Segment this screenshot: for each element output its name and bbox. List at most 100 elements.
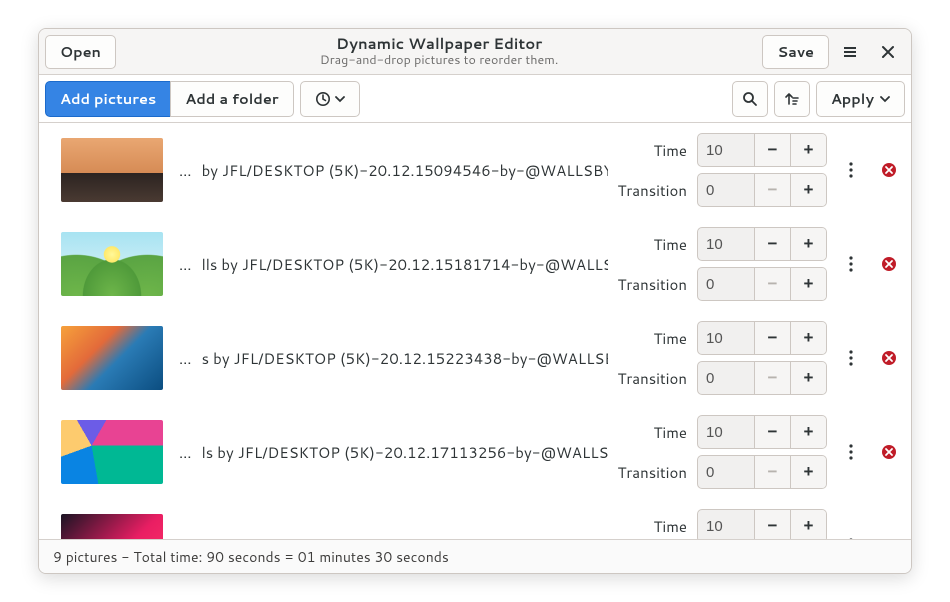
time-input[interactable]	[698, 134, 754, 166]
apply-label: Apply	[831, 88, 874, 109]
row-controls: Time − + Transition − +	[618, 321, 827, 395]
time-label: Time	[618, 328, 687, 349]
plus-icon: +	[804, 274, 814, 294]
sort-icon	[784, 91, 800, 107]
filename: s by JFL/DESKTOP (5K)-20.12.15223438-by-…	[202, 348, 608, 369]
delete-button[interactable]	[875, 344, 903, 372]
delete-icon	[881, 256, 897, 272]
thumbnail	[61, 232, 163, 296]
row-menu-button[interactable]	[837, 156, 865, 184]
open-button[interactable]: Open	[45, 35, 116, 69]
add-linked-buttons: Add pictures Add a folder	[45, 81, 294, 117]
row-controls: Time − + Transition − +	[618, 509, 827, 539]
time-minus-button[interactable]: −	[754, 416, 790, 448]
list-item[interactable]: … by JFL/DESKTOP (5K)-20.12.15094546-by-…	[39, 123, 911, 217]
transition-spin: − +	[697, 361, 827, 395]
ellipsis: …	[173, 348, 192, 369]
minus-icon: −	[768, 140, 778, 160]
time-minus-button[interactable]: −	[754, 134, 790, 166]
plus-icon: +	[804, 516, 814, 536]
list-item[interactable]: … ls by JFL/DESKTOP (5K)-20.12.17113256-…	[39, 405, 911, 499]
delete-icon	[881, 350, 897, 366]
add-pictures-button[interactable]: Add pictures	[45, 81, 171, 117]
apply-button[interactable]: Apply	[816, 81, 905, 117]
transition-label: Transition	[618, 274, 687, 295]
transition-minus-button[interactable]: −	[754, 174, 790, 206]
hamburger-icon	[842, 44, 858, 60]
time-label: Time	[618, 422, 687, 443]
row-menu-button[interactable]	[837, 438, 865, 466]
time-input[interactable]	[698, 510, 754, 539]
time-spin: − +	[697, 227, 827, 261]
search-button[interactable]	[732, 81, 768, 117]
thumbnail	[61, 138, 163, 202]
thumbnail	[61, 326, 163, 390]
transition-plus-button[interactable]: +	[790, 456, 826, 488]
time-mode-button[interactable]	[300, 81, 360, 117]
time-spin: − +	[697, 509, 827, 539]
delete-button[interactable]	[875, 438, 903, 466]
time-label: Time	[618, 516, 687, 537]
add-folder-button[interactable]: Add a folder	[170, 81, 293, 117]
row-controls: Time − + Transition − +	[618, 415, 827, 489]
time-input[interactable]	[698, 322, 754, 354]
transition-plus-button[interactable]: +	[790, 362, 826, 394]
header-bar: Open Dynamic Wallpaper Editor Drag-and-d…	[39, 29, 911, 75]
ellipsis: …	[173, 254, 192, 275]
row-menu-button[interactable]	[837, 344, 865, 372]
time-minus-button[interactable]: −	[754, 510, 790, 539]
close-button[interactable]	[871, 35, 905, 69]
minus-icon: −	[768, 462, 778, 482]
clock-icon	[315, 91, 331, 107]
time-plus-button[interactable]: +	[790, 134, 826, 166]
transition-minus-button[interactable]: −	[754, 268, 790, 300]
time-input[interactable]	[698, 228, 754, 260]
chevron-down-icon	[335, 94, 345, 104]
time-spin: − +	[697, 415, 827, 449]
row-menu-button[interactable]	[837, 532, 865, 539]
list-item[interactable]: … lls by JFL/DESKTOP (5K)-20.12.15181714…	[39, 217, 911, 311]
time-spin: − +	[697, 321, 827, 355]
delete-button[interactable]	[875, 532, 903, 539]
minus-icon: −	[768, 274, 778, 294]
status-text: 9 pictures - Total time: 90 seconds = 01…	[53, 547, 449, 567]
list-item[interactable]: … lls by JFL/DESKTOP-5K-21.01.31154227-b…	[39, 499, 911, 539]
status-bar: 9 pictures - Total time: 90 seconds = 01…	[39, 539, 911, 573]
list-item[interactable]: … s by JFL/DESKTOP (5K)-20.12.15223438-b…	[39, 311, 911, 405]
save-button[interactable]: Save	[762, 35, 829, 69]
plus-icon: +	[804, 368, 814, 388]
plus-icon: +	[804, 140, 814, 160]
transition-minus-button[interactable]: −	[754, 362, 790, 394]
time-plus-button[interactable]: +	[790, 322, 826, 354]
transition-input[interactable]	[698, 362, 754, 394]
transition-spin: − +	[697, 455, 827, 489]
kebab-icon	[849, 256, 853, 272]
minus-icon: −	[768, 328, 778, 348]
transition-input[interactable]	[698, 456, 754, 488]
transition-spin: − +	[697, 267, 827, 301]
time-plus-button[interactable]: +	[790, 416, 826, 448]
time-label: Time	[618, 140, 687, 161]
sort-button[interactable]	[774, 81, 810, 117]
thumbnail	[61, 420, 163, 484]
time-plus-button[interactable]: +	[790, 510, 826, 539]
transition-input[interactable]	[698, 174, 754, 206]
transition-minus-button[interactable]: −	[754, 456, 790, 488]
hamburger-menu-button[interactable]	[833, 35, 867, 69]
filename: ls by JFL/DESKTOP (5K)-20.12.17113256-by…	[202, 442, 608, 463]
kebab-icon	[849, 162, 853, 178]
kebab-icon	[849, 350, 853, 366]
transition-input[interactable]	[698, 268, 754, 300]
plus-icon: +	[804, 422, 814, 442]
time-minus-button[interactable]: −	[754, 322, 790, 354]
time-plus-button[interactable]: +	[790, 228, 826, 260]
transition-plus-button[interactable]: +	[790, 174, 826, 206]
time-minus-button[interactable]: −	[754, 228, 790, 260]
time-input[interactable]	[698, 416, 754, 448]
plus-icon: +	[804, 180, 814, 200]
delete-button[interactable]	[875, 250, 903, 278]
picture-list[interactable]: … by JFL/DESKTOP (5K)-20.12.15094546-by-…	[39, 123, 911, 539]
delete-button[interactable]	[875, 156, 903, 184]
row-menu-button[interactable]	[837, 250, 865, 278]
transition-plus-button[interactable]: +	[790, 268, 826, 300]
